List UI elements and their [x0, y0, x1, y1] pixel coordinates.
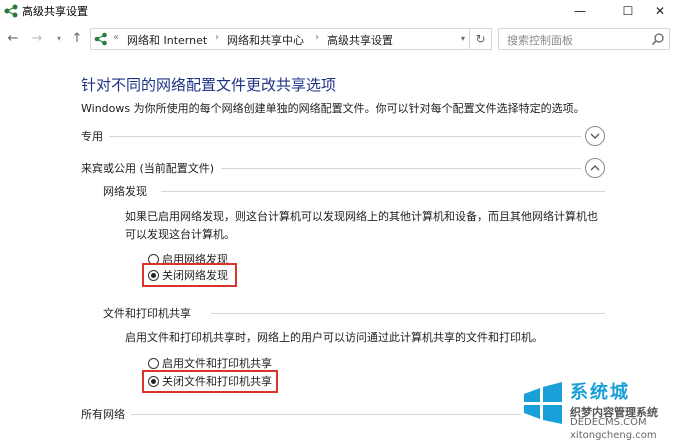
control-panel-icon	[94, 32, 107, 46]
overflow-chevron[interactable]: «	[113, 32, 119, 43]
network-discovery-description: 如果已启用网络发现，则这台计算机可以发现网络上的其他计算机和设备，而且其他网络计…	[125, 208, 598, 244]
radio-label[interactable]: 启用文件和打印机共享	[162, 355, 272, 371]
search-input[interactable]: 搜索控制面板	[507, 32, 573, 48]
windows-logo-icon	[524, 382, 562, 424]
recent-locations-dropdown[interactable]: ▾	[50, 29, 68, 47]
window-title: 高级共享设置	[22, 5, 88, 18]
up-button[interactable]: ↑	[68, 29, 86, 47]
network-discovery-description-line: 如果已启用网络发现，则这台计算机可以发现网络上的其他计算机和设备，而且其他网络计…	[125, 210, 598, 223]
breadcrumb-separator[interactable]: ›	[315, 32, 319, 43]
radio-disable-network-discovery[interactable]: 关闭网络发现	[148, 267, 228, 283]
radio-button-selected[interactable]	[148, 269, 159, 281]
refresh-button[interactable]: ↻	[470, 28, 492, 50]
breadcrumb-network-internet[interactable]: 网络和 Internet	[127, 32, 207, 48]
expand-chevron-icon[interactable]	[585, 126, 605, 146]
profile-private-label[interactable]: 专用	[81, 128, 109, 144]
breadcrumb-network-sharing-center[interactable]: 网络和共享中心	[227, 32, 304, 48]
divider	[221, 168, 581, 169]
file-printer-sharing-header: 文件和打印机共享	[103, 302, 605, 322]
divider	[105, 136, 581, 137]
profile-all-networks-label[interactable]: 所有网络	[81, 406, 131, 422]
address-dropdown-icon[interactable]: ▾	[461, 34, 465, 43]
watermark-brand: 系统城	[570, 382, 630, 403]
forward-button[interactable]: →	[28, 29, 46, 47]
back-button[interactable]: ←	[4, 29, 22, 47]
profile-guest-header[interactable]: 来宾或公用 (当前配置文件)	[81, 157, 605, 179]
breadcrumb-advanced-sharing[interactable]: 高级共享设置	[327, 32, 393, 48]
close-button[interactable]: ✕	[640, 0, 676, 22]
radio-disable-file-printer-sharing[interactable]: 关闭文件和打印机共享	[148, 373, 272, 389]
file-printer-sharing-label: 文件和打印机共享	[103, 307, 191, 320]
file-printer-sharing-description: 启用文件和打印机共享时，网络上的用户可以访问通过此计算机共享的文件和打印机。	[125, 331, 543, 344]
page-description: Windows 为你所使用的每个网络创建单独的网络配置文件。你可以针对每个配置文…	[81, 102, 585, 115]
divider	[211, 313, 605, 314]
title-bar: 高级共享设置 — ☐ ✕	[0, 0, 676, 22]
watermark-text: DEDECMS.COM	[570, 417, 647, 428]
divider	[131, 414, 521, 415]
address-bar[interactable]: « 网络和 Internet › 网络和共享中心 › 高级共享设置 ▾	[90, 28, 470, 50]
radio-enable-file-printer-sharing[interactable]: 启用文件和打印机共享	[148, 355, 272, 371]
radio-label[interactable]: 关闭网络发现	[162, 267, 228, 283]
profile-guest-label[interactable]: 来宾或公用 (当前配置文件)	[81, 160, 221, 176]
divider	[161, 191, 605, 192]
minimize-button[interactable]: —	[560, 0, 600, 22]
radio-label[interactable]: 关闭文件和打印机共享	[162, 373, 272, 389]
network-sharing-icon	[4, 4, 18, 18]
navigation-bar: ← → ▾ ↑ « 网络和 Internet › 网络和共享中心 › 高级共享设…	[0, 24, 676, 52]
network-discovery-header: 网络发现	[103, 180, 605, 200]
radio-button[interactable]	[148, 357, 159, 369]
breadcrumb-separator[interactable]: ›	[215, 32, 219, 43]
collapse-chevron-icon[interactable]	[585, 158, 605, 178]
search-icon[interactable]	[651, 32, 665, 46]
profile-private-header[interactable]: 专用	[81, 125, 605, 147]
network-discovery-description-line: 可以发现这台计算机。	[125, 228, 235, 241]
watermark-url: xitongcheng.com	[570, 430, 657, 441]
page-title: 针对不同的网络配置文件更改共享选项	[81, 76, 337, 94]
network-discovery-label: 网络发现	[103, 185, 147, 198]
radio-button-selected[interactable]	[148, 375, 159, 387]
search-box[interactable]: 搜索控制面板	[498, 28, 670, 50]
watermark: 系统城 织梦内容管理系统 DEDECMS.COM xitongcheng.com	[520, 376, 676, 444]
